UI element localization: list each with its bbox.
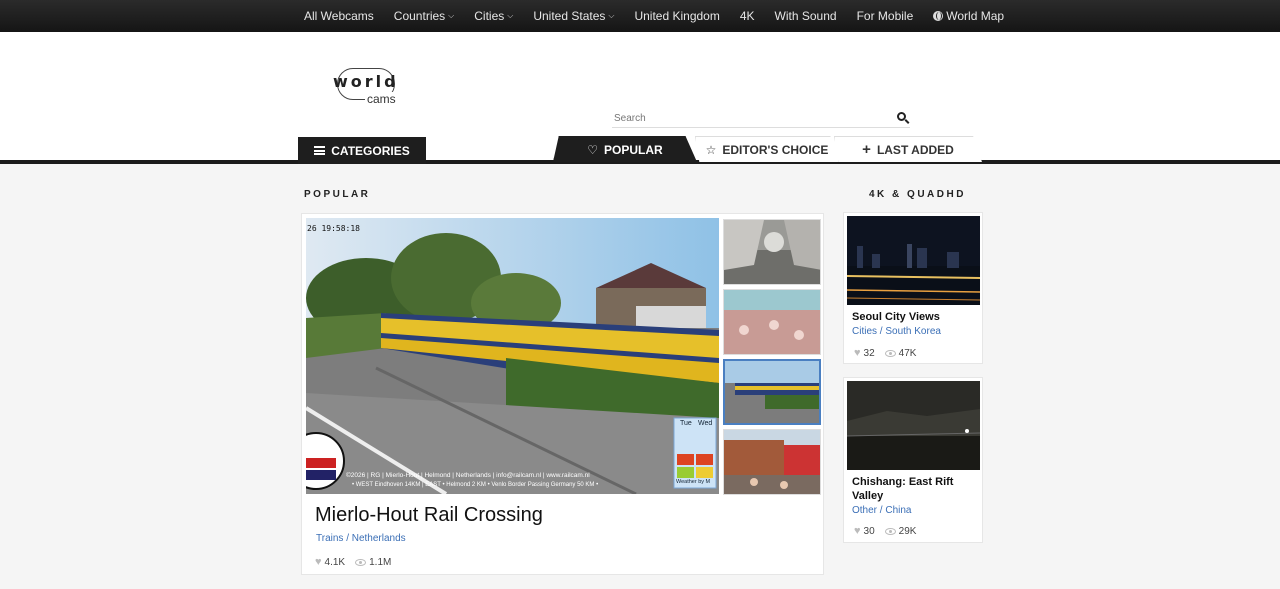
chevron-down-icon: ⌵: [507, 11, 514, 20]
side-webcam-image-1[interactable]: [847, 216, 980, 305]
chevron-down-icon: ⌵: [608, 11, 615, 20]
heart-icon[interactable]: ♥: [854, 347, 861, 359]
menu-icon: [314, 146, 326, 155]
site-header: world cams CATEGORIES ♡ POPULAR ☆ EDITOR…: [0, 32, 1280, 164]
nav-united-states[interactable]: United States ⌵: [533, 9, 614, 23]
logo[interactable]: world cams: [333, 68, 399, 110]
rail-crossing-thumbnail: [725, 361, 819, 423]
logo-word: world: [333, 72, 399, 91]
tabs-row: CATEGORIES ♡ POPULAR ☆ EDITOR'S CHOICE +…: [0, 134, 1280, 164]
featured-webcam-image[interactable]: 26 19:58:18 ©2026 | RG | Mierlo-Hout | H…: [306, 218, 719, 494]
overlay-caption-2: • WEST Eindhoven 14KM | EAST • Helmond 2…: [352, 482, 599, 488]
rail-crossing-scene: [306, 218, 719, 494]
side-webcam-likes-1: 32: [863, 347, 875, 359]
globe-icon: [933, 11, 944, 21]
weather-credit: Weather by M: [676, 479, 711, 485]
nav-all-webcams[interactable]: All Webcams: [304, 9, 374, 23]
top-nav: All Webcams Countries ⌵ Cities ⌵ United St…: [0, 0, 1280, 32]
nav-united-kingdom[interactable]: United Kingdom: [634, 9, 719, 23]
weather-day-2: Wed: [698, 420, 713, 427]
featured-title[interactable]: Mierlo-Hout Rail Crossing: [315, 504, 543, 527]
side-webcam-card-1[interactable]: Seoul City Views Cities / South Korea ♥ …: [843, 212, 983, 364]
featured-views: 1.1M: [369, 556, 392, 568]
heart-icon[interactable]: ♥: [854, 525, 861, 537]
featured-stats: ♥ 4.1K 1.1M: [315, 556, 391, 568]
featured-likes: 4.1K: [324, 556, 346, 568]
star-icon: ☆: [705, 142, 717, 157]
crowded-venue-thumbnail: [724, 290, 820, 354]
thumbnail-1[interactable]: [723, 219, 821, 285]
logo-sub: cams: [365, 92, 398, 106]
featured-webcam-card[interactable]: 26 19:58:18 ©2026 | RG | Mierlo-Hout | H…: [301, 213, 824, 575]
eye-icon: [884, 527, 896, 535]
rainy-street-thumbnail: [724, 220, 820, 284]
plus-icon: +: [862, 141, 871, 158]
chevron-down-icon: ⌵: [448, 11, 455, 20]
popular-heading: POPULAR: [304, 189, 371, 200]
tab-editors-choice[interactable]: ☆ EDITOR'S CHOICE: [695, 136, 839, 162]
eye-icon: [884, 349, 896, 357]
side-webcam-category-2[interactable]: Other / China: [852, 505, 911, 516]
tab-last-added[interactable]: + LAST ADDED: [834, 136, 982, 162]
thumbnail-2[interactable]: [723, 289, 821, 355]
nav-with-sound[interactable]: With Sound: [775, 9, 837, 23]
side-webcam-card-2[interactable]: Chishang: East Rift Valley Other / China…: [843, 377, 983, 543]
side-webcam-title-1[interactable]: Seoul City Views: [852, 310, 978, 324]
side-webcam-views-1: 47K: [898, 347, 917, 359]
nav-4k[interactable]: 4K: [740, 9, 755, 23]
pub-street-thumbnail: [724, 430, 820, 494]
side-webcam-likes-2: 30: [863, 525, 875, 537]
overlay-caption: ©2026 | RG | Mierlo-Hout | Helmond | Net…: [346, 472, 590, 479]
search-icon[interactable]: [897, 112, 906, 121]
overlay-time: 26 19:58:18: [307, 224, 360, 233]
thumbnail-4[interactable]: [723, 429, 821, 495]
side-webcam-views-2: 29K: [898, 525, 917, 537]
heart-icon: ♡: [587, 142, 599, 157]
nav-world-map[interactable]: World Map: [933, 9, 1004, 23]
eye-icon: [355, 558, 367, 566]
side-webcam-category-1[interactable]: Cities / South Korea: [852, 326, 941, 337]
rift-valley-thumbnail: [847, 381, 980, 470]
thumbnail-3-selected[interactable]: [723, 359, 821, 425]
search-box: [612, 108, 910, 128]
search-input[interactable]: [612, 109, 882, 124]
categories-button[interactable]: CATEGORIES: [298, 137, 426, 164]
side-webcam-image-2[interactable]: [847, 381, 980, 470]
side-webcam-stats-2: ♥ 30 29K: [854, 525, 916, 537]
heart-icon[interactable]: ♥: [315, 556, 322, 568]
seoul-night-thumbnail: [847, 216, 980, 305]
weather-day-1: Tue: [680, 420, 692, 427]
tab-popular[interactable]: ♡ POPULAR: [553, 136, 697, 162]
side-webcam-title-2[interactable]: Chishang: East Rift Valley: [852, 475, 978, 503]
nav-for-mobile[interactable]: For Mobile: [857, 9, 914, 23]
featured-category-link[interactable]: Trains / Netherlands: [316, 533, 406, 544]
side-webcam-stats-1: ♥ 32 47K: [854, 347, 916, 359]
nav-countries[interactable]: Countries ⌵: [394, 9, 454, 23]
quad-heading: 4K & QUADHD: [869, 189, 966, 200]
nav-cities[interactable]: Cities ⌵: [474, 9, 513, 23]
